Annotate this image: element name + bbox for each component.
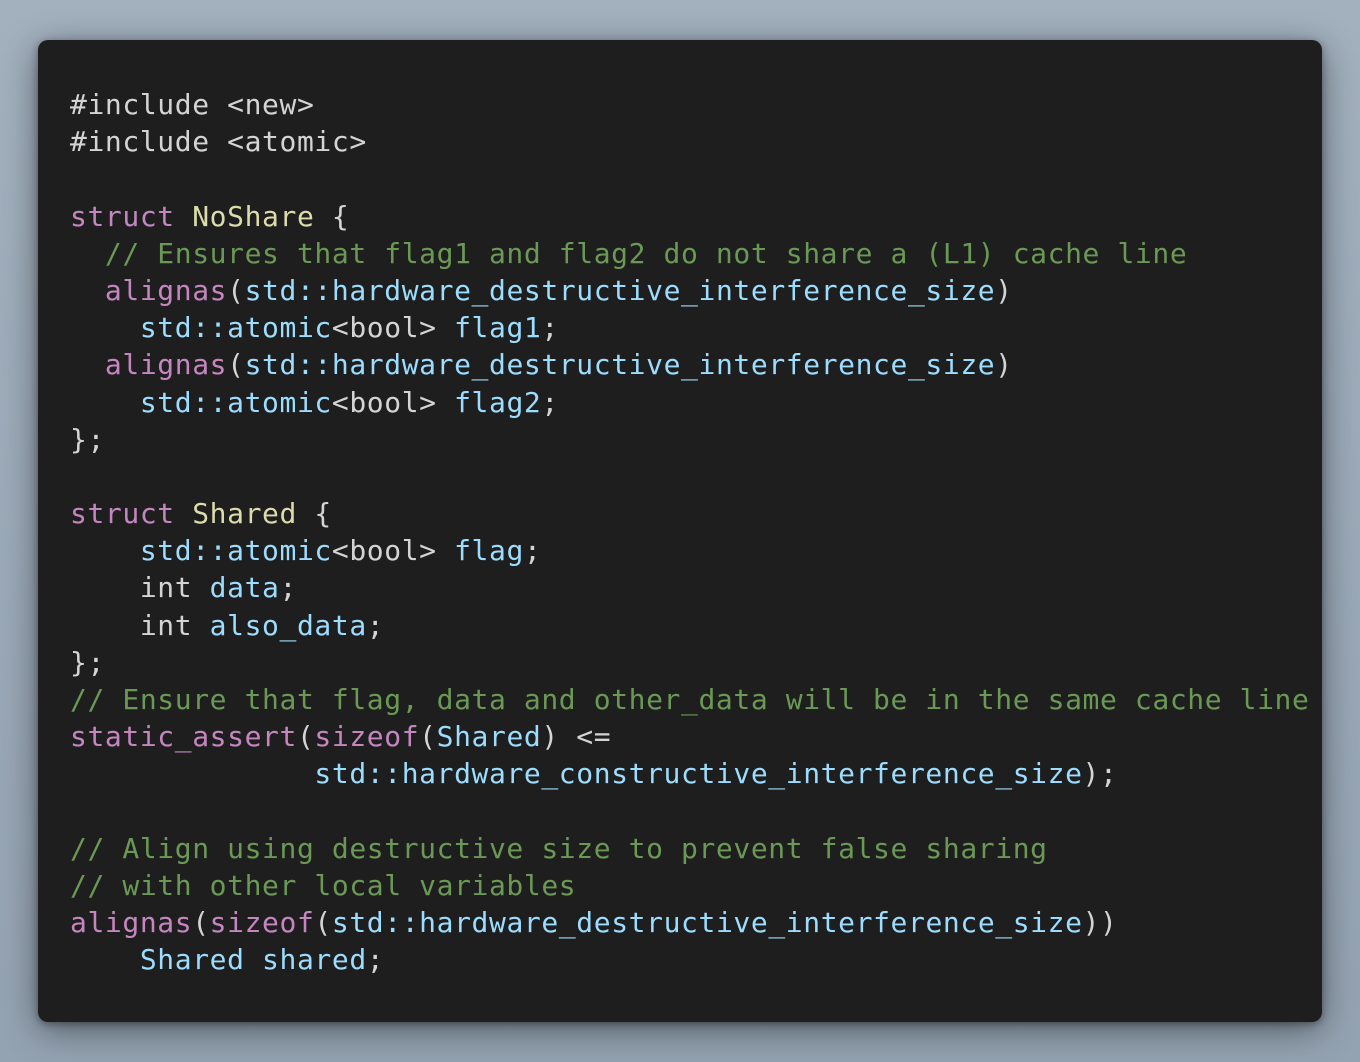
code-line: int data; <box>70 569 1322 606</box>
code-token: ; <box>366 608 385 642</box>
code-token: ) <= <box>541 720 612 754</box>
code-line: // with other local variables <box>70 867 1322 904</box>
code-line: // Ensures that flag1 and flag2 do not s… <box>70 235 1322 272</box>
code-line: // Ensure that flag, data and other_data… <box>70 681 1322 718</box>
code-token: <bool> <box>331 534 455 568</box>
code-token: struct <box>70 199 193 233</box>
code-token: #include <atomic> <box>70 125 367 159</box>
code-token: flag <box>454 534 524 568</box>
code-token: ( <box>227 273 245 307</box>
code-token: ) <box>995 348 1013 382</box>
code-token: // Ensures that flag1 and flag2 do not s… <box>70 236 1188 270</box>
code-token: ) <box>995 273 1013 307</box>
code-token: alignas <box>104 348 228 382</box>
code-token: std::atomic <box>139 311 332 345</box>
code-token: static_assert <box>70 720 297 754</box>
code-line: std::atomic<bool> flag1; <box>70 309 1322 346</box>
code-token: std::hardware_constructive_interference_… <box>314 757 1083 791</box>
code-line: struct NoShare { <box>70 198 1322 235</box>
code-line: alignas(std::hardware_destructive_interf… <box>70 272 1322 309</box>
code-line: alignas(sizeof(std::hardware_destructive… <box>70 904 1322 941</box>
code-line: struct Shared { <box>70 495 1322 532</box>
code-token: )) <box>1082 906 1118 940</box>
code-token: // Ensure that flag, data and other_data… <box>70 683 1310 716</box>
code-token: ( <box>296 720 315 754</box>
code-line: Shared shared; <box>70 941 1322 978</box>
code-block: #include <new> #include <atomic> struct No… <box>70 86 1322 979</box>
code-token: ( <box>314 906 332 940</box>
code-token: Shared shared <box>139 943 367 977</box>
code-token: NoShare <box>192 199 315 233</box>
code-line: }; <box>70 421 1322 458</box>
code-token: flag1 <box>454 311 542 345</box>
code-token: ; <box>523 534 542 568</box>
code-line: alignas(std::hardware_destructive_interf… <box>70 346 1322 383</box>
code-token: ; <box>366 943 385 977</box>
code-token: ; <box>541 311 559 345</box>
code-token: ( <box>227 348 245 382</box>
code-token: }; <box>70 422 105 456</box>
code-token: sizeof <box>209 906 315 940</box>
code-line: #include <new> <box>70 86 1322 123</box>
code-token: ( <box>192 906 210 940</box>
code-line: }; <box>70 644 1322 681</box>
code-token: ( <box>419 720 437 754</box>
code-token: <bool> <box>331 311 455 345</box>
code-line: #include <atomic> <box>70 123 1322 160</box>
code-token: std::atomic <box>139 534 332 568</box>
code-token: { <box>314 199 350 233</box>
code-line: std::hardware_constructive_interference_… <box>70 755 1322 792</box>
code-token: Shared <box>436 720 542 754</box>
code-window: #include <new> #include <atomic> struct No… <box>38 40 1322 1022</box>
code-line: int also_data; <box>70 607 1322 644</box>
code-token: std::hardware_destructive_interference_s… <box>244 348 996 382</box>
code-token: also_data <box>209 608 367 642</box>
code-token: int <box>70 608 210 642</box>
code-token: }; <box>70 645 105 679</box>
code-token: ); <box>1082 757 1118 791</box>
code-line: std::atomic<bool> flag; <box>70 532 1322 569</box>
code-token: std::atomic <box>139 385 332 419</box>
code-line: static_assert(sizeof(Shared) <= <box>70 718 1322 755</box>
code-token: int <box>70 571 210 605</box>
code-line: std::atomic<bool> flag2; <box>70 384 1322 421</box>
code-token: data <box>209 571 280 605</box>
code-token: std::hardware_destructive_interference_s… <box>244 273 996 307</box>
code-token: #include <new> <box>70 88 315 121</box>
code-token: alignas <box>104 273 228 307</box>
code-token: // Align using destructive size to preve… <box>70 831 1048 865</box>
code-line: // Align using destructive size to preve… <box>70 830 1322 867</box>
code-token: flag2 <box>454 385 542 419</box>
code-token: sizeof <box>314 720 420 754</box>
code-token: Shared <box>192 497 297 531</box>
code-token: struct <box>70 497 193 531</box>
code-token: <bool> <box>331 385 455 419</box>
code-token: { <box>296 497 332 531</box>
code-token: ; <box>279 571 297 605</box>
code-token: alignas <box>70 906 193 940</box>
code-token: std::hardware_destructive_interference_s… <box>331 906 1083 940</box>
code-token: // with other local variables <box>70 868 577 902</box>
code-token: ; <box>541 385 559 419</box>
